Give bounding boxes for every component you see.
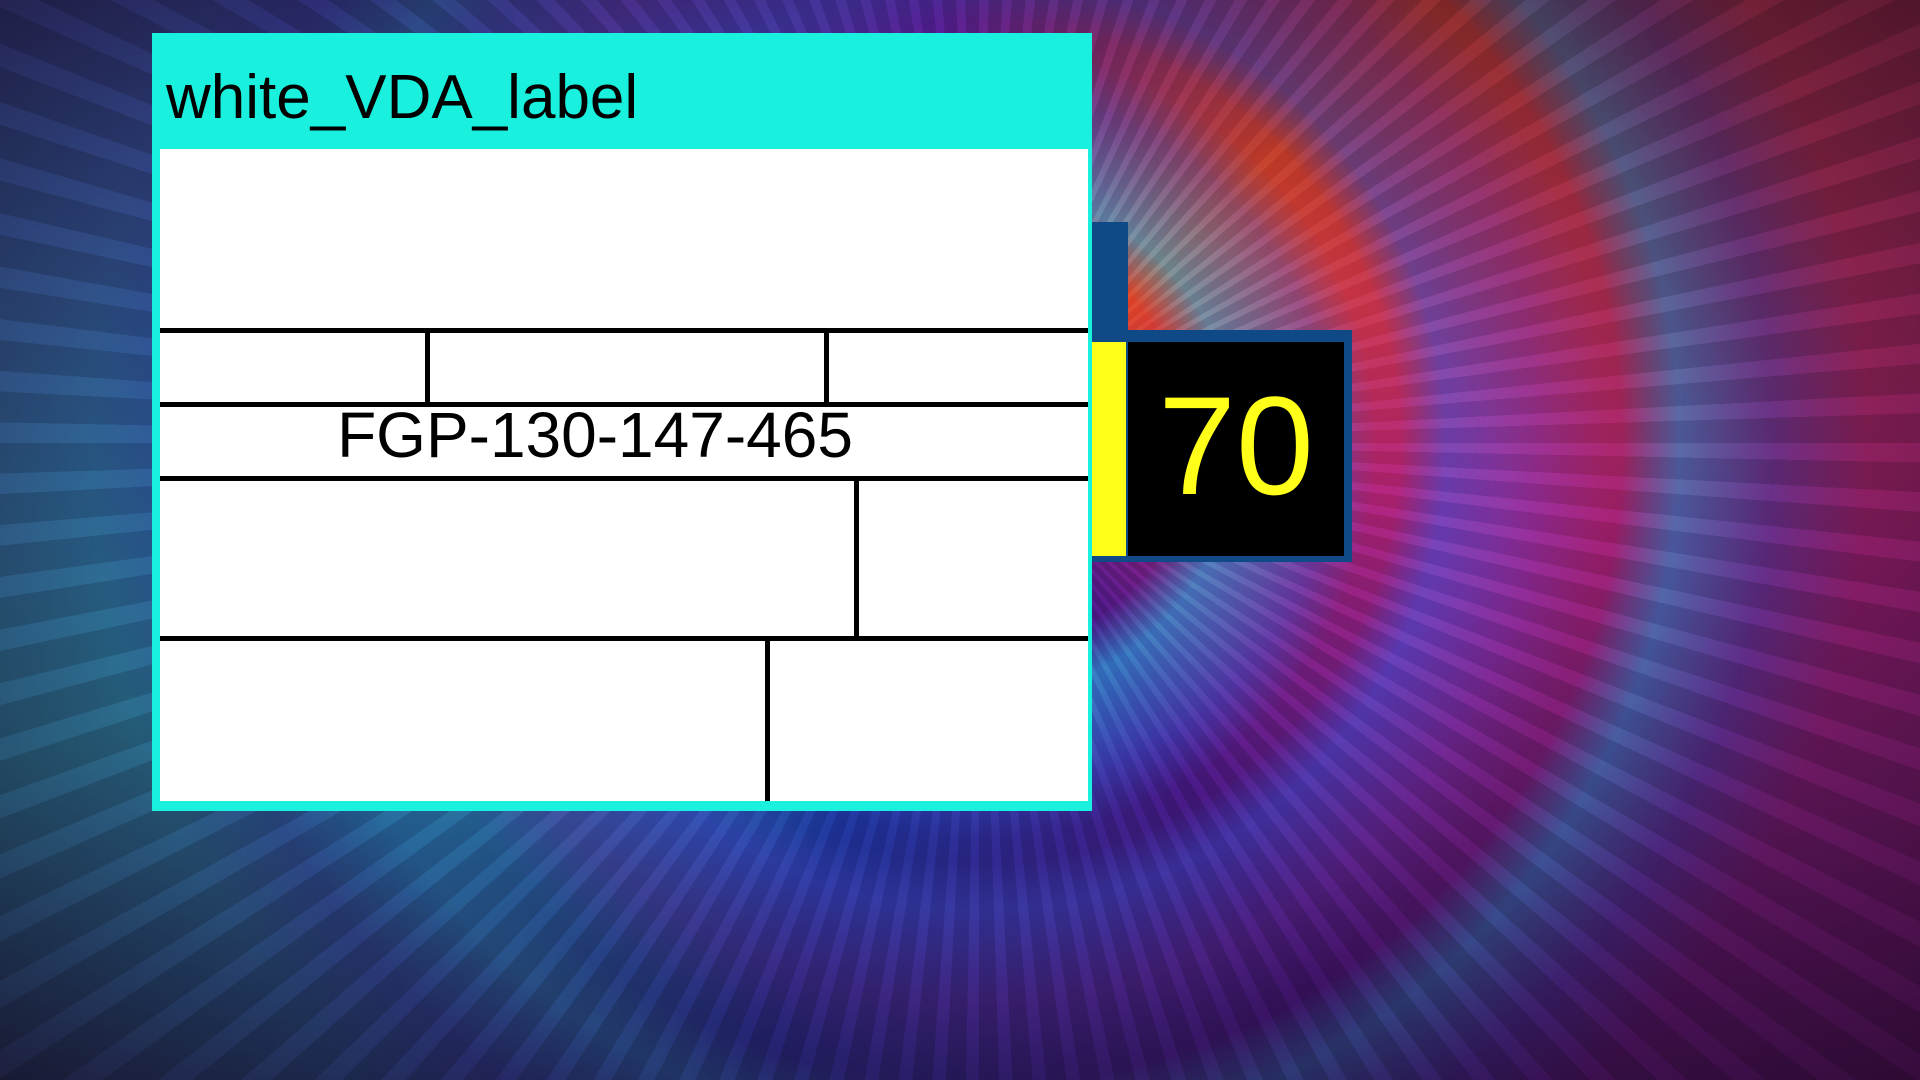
counter-value: 70: [1158, 367, 1314, 524]
label-title: white_VDA_label: [166, 63, 639, 132]
label-window[interactable]: white_VDA_label FGP-130-147-465: [152, 33, 1092, 811]
label-row-divider: [160, 328, 1088, 333]
counter-display: 70: [1128, 342, 1344, 556]
counter-accent-bar: [1092, 342, 1126, 556]
label-column-divider: [765, 636, 770, 801]
label-row-divider: [160, 476, 1088, 481]
label-column-divider: [854, 476, 859, 641]
side-tab: [1092, 222, 1128, 332]
label-column-divider: [425, 328, 430, 407]
label-column-divider: [824, 328, 829, 407]
label-part-code: FGP-130-147-465: [337, 399, 853, 471]
label-row-divider: [160, 636, 1088, 641]
label-form[interactable]: FGP-130-147-465: [160, 149, 1088, 801]
